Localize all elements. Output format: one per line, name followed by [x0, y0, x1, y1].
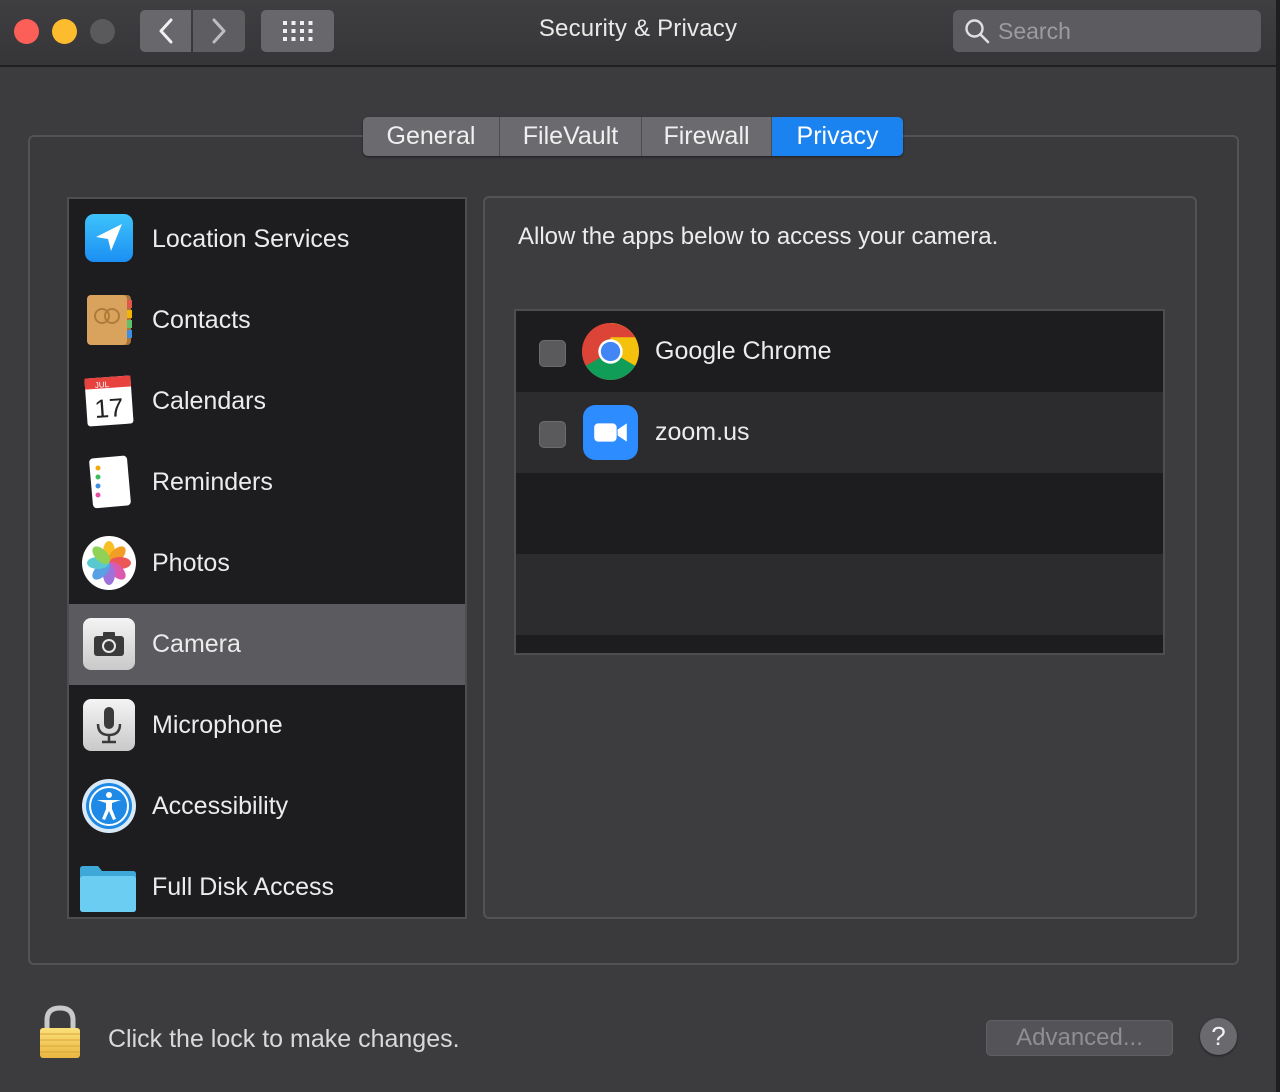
microphone-icon: [83, 699, 135, 751]
pane-heading: Allow the apps below to access your came…: [518, 223, 999, 250]
category-label: Full Disk Access: [152, 873, 334, 901]
category-calendars[interactable]: JUL 17 Calendars: [69, 361, 465, 442]
lock-icon[interactable]: [36, 1004, 84, 1060]
category-label: Calendars: [152, 387, 266, 415]
app-name: Google Chrome: [655, 337, 832, 365]
app-permission-list[interactable]: Google Chrome zoom.us: [514, 309, 1165, 655]
help-button[interactable]: ?: [1200, 1018, 1237, 1055]
empty-row: [516, 554, 1163, 635]
title-bar: Security & Privacy: [0, 0, 1276, 67]
category-label: Photos: [152, 549, 230, 577]
camera-icon: [83, 618, 135, 670]
search-icon: [965, 19, 990, 44]
advanced-button[interactable]: Advanced...: [986, 1020, 1173, 1056]
tab-firewall[interactable]: Firewall: [642, 117, 772, 156]
calendar-day-text: 17: [93, 392, 124, 424]
reminders-icon: [89, 455, 131, 509]
tab-filevault[interactable]: FileVault: [500, 117, 642, 156]
system-preferences-window: Security & Privacy General FileVault Fir…: [0, 0, 1276, 1092]
category-label: Location Services: [152, 225, 350, 253]
empty-row: [516, 473, 1163, 554]
google-chrome-checkbox[interactable]: [539, 340, 566, 367]
category-label: Accessibility: [152, 792, 289, 820]
category-contacts[interactable]: Contacts: [69, 280, 465, 361]
category-camera[interactable]: Camera: [69, 604, 465, 685]
calendar-icon: JUL 17: [84, 375, 134, 427]
category-full-disk-access[interactable]: Full Disk Access: [69, 847, 465, 917]
zoom-icon: [583, 405, 638, 460]
location-arrow-icon: [85, 214, 133, 262]
privacy-category-list[interactable]: Location Services Contacts JUL 17 Calend…: [67, 197, 467, 919]
tab-privacy[interactable]: Privacy: [772, 117, 903, 156]
tab-general[interactable]: General: [363, 117, 500, 156]
app-name: zoom.us: [655, 418, 750, 446]
app-row-google-chrome[interactable]: Google Chrome: [516, 311, 1163, 392]
category-label: Camera: [152, 630, 241, 658]
tab-bar: General FileVault Firewall Privacy: [363, 117, 903, 156]
photos-flower-icon: [82, 536, 136, 590]
app-row-zoom[interactable]: zoom.us: [516, 392, 1163, 473]
accessibility-icon: [82, 779, 136, 833]
category-accessibility[interactable]: Accessibility: [69, 766, 465, 847]
category-photos[interactable]: Photos: [69, 523, 465, 604]
category-reminders[interactable]: Reminders: [69, 442, 465, 523]
window-edge: [1276, 0, 1280, 1092]
category-label: Reminders: [152, 468, 273, 496]
category-label: Microphone: [152, 711, 283, 739]
folder-icon: [80, 866, 136, 912]
category-label: Contacts: [152, 306, 251, 334]
calendar-month-text: JUL: [95, 380, 110, 390]
contacts-book-icon: [87, 295, 132, 345]
search-input[interactable]: [998, 17, 1248, 45]
chrome-icon: [582, 323, 639, 380]
category-location-services[interactable]: Location Services: [69, 199, 465, 280]
search-field[interactable]: [953, 10, 1261, 52]
lock-instruction-text: Click the lock to make changes.: [108, 1025, 460, 1053]
category-microphone[interactable]: Microphone: [69, 685, 465, 766]
zoom-checkbox[interactable]: [539, 421, 566, 448]
